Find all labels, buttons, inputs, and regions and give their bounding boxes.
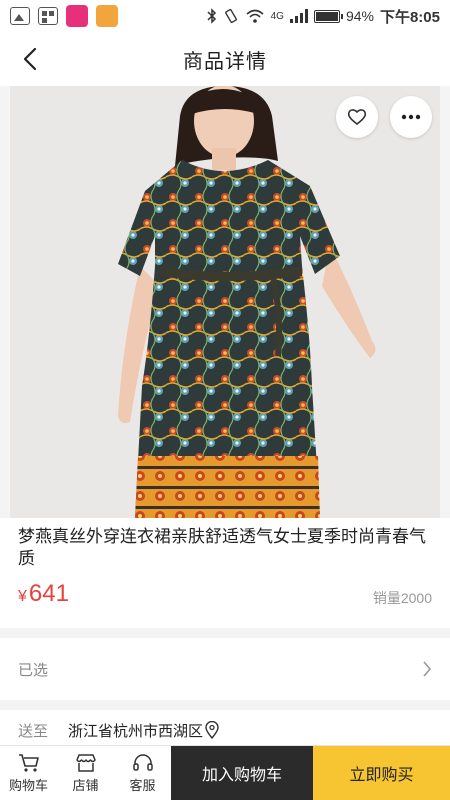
- product-image[interactable]: [10, 86, 440, 518]
- cart-tab-label: 购物车: [8, 777, 48, 793]
- year-app-icon: [96, 5, 118, 27]
- battery-icon: [313, 9, 343, 23]
- chevron-right-icon: [423, 661, 432, 677]
- vibrate-icon: [224, 8, 237, 24]
- location-pin-icon: [205, 721, 219, 739]
- cart-icon: [18, 753, 39, 772]
- sale-app-icon: [66, 5, 88, 27]
- product-title: 梦燕真丝外穿连衣裙亲肤舒适透气女士夏季时尚青春气质: [18, 527, 426, 568]
- chevron-left-icon: [23, 47, 37, 71]
- screen: 4G 94% 下午8:05 商品详情 梦燕真丝外穿连衣裙亲肤舒适透气女士夏季时尚…: [0, 0, 450, 800]
- service-tab-label: 客服: [129, 777, 156, 793]
- network-type: 4G: [270, 10, 284, 22]
- shop-tab[interactable]: 店铺: [57, 746, 114, 800]
- shipping-label: 送至: [18, 722, 49, 740]
- favorite-button[interactable]: [336, 96, 378, 138]
- currency-symbol: ¥: [18, 588, 27, 605]
- sales-count: 销量2000: [372, 590, 432, 606]
- service-tab[interactable]: 客服: [114, 746, 171, 800]
- qr-grid-icon: [38, 7, 58, 25]
- battery-percent: 94%: [345, 8, 374, 24]
- cart-tab[interactable]: 购物车: [0, 746, 57, 800]
- product-price: ¥641: [18, 580, 69, 608]
- nav-bar: 商品详情: [0, 32, 450, 86]
- buy-now-button[interactable]: 立即购买: [313, 746, 450, 800]
- clock: 下午8:05: [379, 8, 440, 26]
- bluetooth-icon: [207, 8, 216, 24]
- back-button[interactable]: [16, 45, 44, 73]
- product-info-card: 梦燕真丝外穿连衣裙亲肤舒适透气女士夏季时尚青春气质 ¥641 销量2000: [0, 518, 450, 628]
- price-value: 641: [28, 580, 69, 607]
- signal-icon: [289, 9, 308, 23]
- bottom-action-bar: 购物车 店铺 客服 加入购物车 立即购买: [0, 745, 450, 800]
- image-icon: [10, 7, 30, 25]
- wifi-icon: [246, 9, 264, 23]
- add-to-cart-button[interactable]: 加入购物车: [171, 746, 313, 800]
- shipping-address: 浙江省杭州市西湖区: [68, 722, 204, 740]
- shipping-row[interactable]: 送至 浙江省杭州市西湖区: [0, 710, 450, 750]
- selected-options-row[interactable]: 已选: [0, 638, 450, 700]
- more-dots-icon: [401, 114, 421, 120]
- more-button[interactable]: [390, 96, 432, 138]
- dress-photo: [10, 86, 440, 518]
- shop-tab-label: 店铺: [72, 777, 99, 793]
- selected-label: 已选: [18, 661, 49, 679]
- status-bar: 4G 94% 下午8:05: [0, 0, 450, 32]
- headset-icon: [132, 753, 153, 771]
- shop-icon: [75, 753, 96, 772]
- heart-icon: [347, 109, 367, 126]
- page-title: 商品详情: [183, 50, 267, 73]
